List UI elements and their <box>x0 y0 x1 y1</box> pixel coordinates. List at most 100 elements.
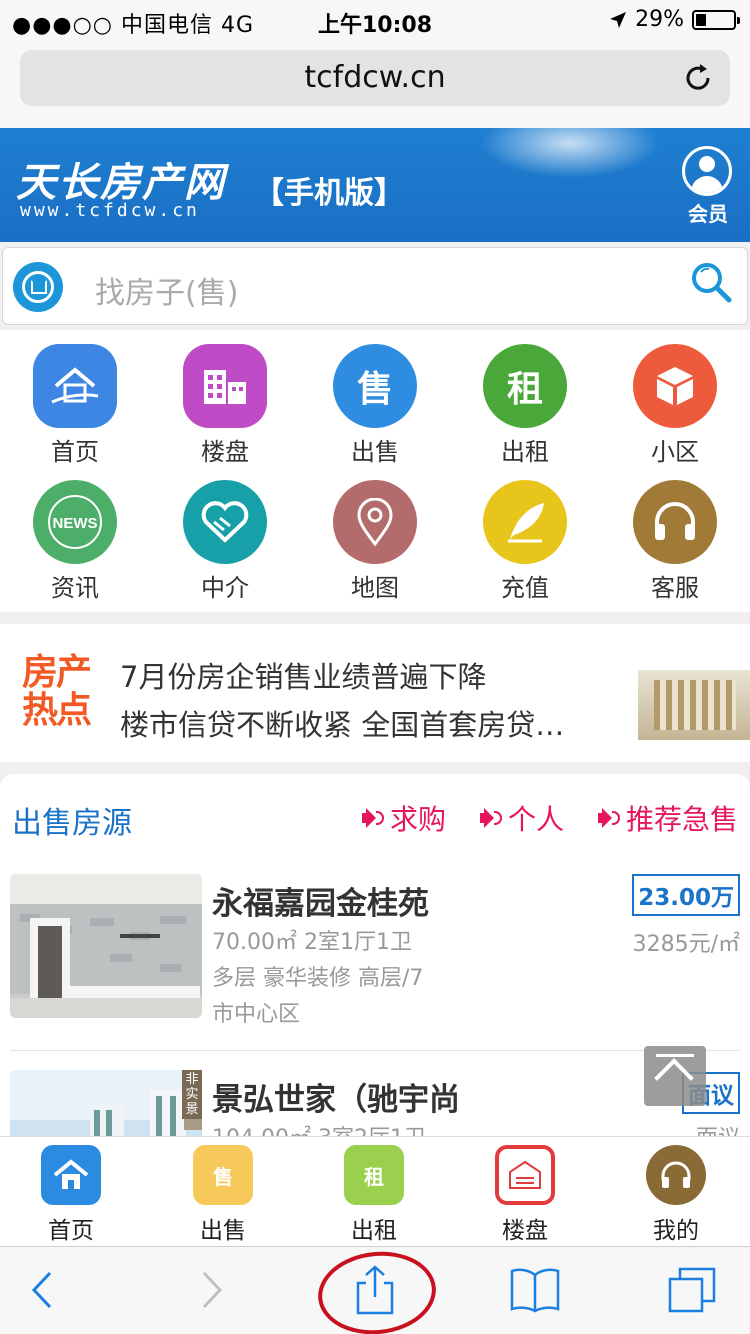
building-icon <box>495 1145 555 1205</box>
back-to-top-button[interactable] <box>644 1046 706 1106</box>
nav-mine[interactable]: 我的 <box>601 1145 750 1245</box>
url-text: tcfdcw.cn <box>304 60 446 95</box>
listing-item[interactable]: 永福嘉园金桂苑 70.00㎡ 2室1厅1卫 多层 豪华装修 高层/7 市中心区 … <box>10 874 740 1027</box>
nav-home[interactable]: 首页 <box>0 1145 146 1245</box>
non-real-photo-badge: 非实景 <box>182 1070 202 1119</box>
cloud-decoration <box>480 128 660 178</box>
listing-name: 永福嘉园金桂苑 <box>212 886 429 922</box>
listing-area-layout: 70.00㎡ 2室1厅1卫 <box>212 930 412 955</box>
address-bar[interactable]: tcfdcw.cn <box>20 50 730 106</box>
svg-text:NEWS: NEWS <box>53 515 98 532</box>
feather-icon <box>483 480 567 564</box>
category-service[interactable]: 客服 <box>600 480 750 603</box>
tab-personal[interactable]: 个人 <box>480 798 564 838</box>
forward-icon[interactable] <box>186 1265 236 1315</box>
category-label: 楼盘 <box>201 438 249 466</box>
sale-folder-icon: 售 <box>193 1145 253 1205</box>
category-label: 出售 <box>351 438 399 466</box>
listing-price: 23.00万 <box>632 874 740 916</box>
listing-name: 景弘世家（驰宇尚 <box>212 1082 460 1118</box>
nav-sale[interactable]: 售 出售 <box>148 1145 298 1245</box>
nav-label: 首页 <box>48 1218 94 1244</box>
home-icon <box>41 1145 101 1205</box>
category-map[interactable]: 地图 <box>300 480 450 603</box>
tab-label: 求购 <box>390 803 447 836</box>
category-label: 出租 <box>501 438 549 466</box>
category-label: 中介 <box>201 574 249 602</box>
news-thumbnail <box>638 670 750 740</box>
category-recharge[interactable]: 充值 <box>450 480 600 603</box>
hot-news-strip[interactable]: 房产热点 7月份房企销售业绩普遍下降 楼市信贷不断收紧 全国首套房贷… <box>0 624 750 762</box>
handshake-heart-icon <box>183 480 267 564</box>
sale-listings-section: 出售房源 求购 个人 推荐急售 永福嘉园金桂苑 70.00㎡ 2室1厅1卫 多层 <box>0 774 750 1154</box>
category-label: 地图 <box>351 574 399 602</box>
category-label: 客服 <box>651 574 699 602</box>
rent-glyph: 租 <box>506 369 543 410</box>
tab-wanted[interactable]: 求购 <box>362 798 446 838</box>
back-icon[interactable] <box>18 1265 68 1315</box>
battery-percent: 29% <box>635 7 684 32</box>
sale-icon: 售 <box>333 344 417 428</box>
battery-fill <box>696 13 706 26</box>
sale-glyph: 售 <box>356 369 393 410</box>
home-icon <box>33 344 117 428</box>
tab-label: 个人 <box>508 803 565 836</box>
nav-label: 出租 <box>351 1218 397 1244</box>
category-community[interactable]: 小区 <box>600 344 750 467</box>
rent-glyph: 租 <box>364 1164 384 1189</box>
divider <box>10 1050 740 1051</box>
speaker-icon <box>362 807 384 829</box>
category-sale[interactable]: 售 出售 <box>300 344 450 467</box>
map-pin-icon <box>333 480 417 564</box>
listing-unit-price: 3285元/㎡ <box>632 932 740 957</box>
rent-icon: 租 <box>344 1145 404 1205</box>
headset-icon <box>646 1145 706 1205</box>
site-logo-url: www.tcfdcw.cn <box>20 200 200 221</box>
news-headline[interactable]: 楼市信贷不断收紧 全国首套房贷… <box>120 702 564 744</box>
nav-rent[interactable]: 租 出租 <box>299 1145 449 1245</box>
search-icon[interactable] <box>689 260 733 304</box>
category-label: 首页 <box>51 438 99 466</box>
status-right: 29% <box>609 7 740 32</box>
member-button[interactable]: 会员 <box>682 146 734 227</box>
battery-icon <box>692 9 740 30</box>
browser-address-area: tcfdcw.cn <box>0 40 750 128</box>
listing-photo <box>10 874 202 1018</box>
listing-district: 市中心区 <box>212 1002 301 1027</box>
category-agency[interactable]: 中介 <box>150 480 300 603</box>
category-news[interactable]: NEWS 资讯 <box>0 480 150 603</box>
nav-label: 出售 <box>200 1218 246 1244</box>
category-grid: 首页 楼盘 售 出售 租 出租 小区 NEWS 资讯 中介 地图 充值 客服 <box>0 330 750 612</box>
search-bar[interactable]: 找房子(售) <box>2 247 748 325</box>
category-buildings[interactable]: 楼盘 <box>150 344 300 467</box>
tabs-icon[interactable] <box>668 1265 718 1315</box>
search-input[interactable]: 找房子(售) <box>95 268 238 312</box>
category-home[interactable]: 首页 <box>0 344 150 467</box>
site-header: 天长房产网 www.tcfdcw.cn 【手机版】 会员 <box>0 128 750 242</box>
app-bottom-nav: 首页 售 出售 租 出租 楼盘 我的 <box>0 1136 750 1246</box>
hot-news-tag: 房产热点 <box>22 652 92 731</box>
nav-buildings[interactable]: 楼盘 <box>450 1145 600 1245</box>
listing-details: 多层 豪华装修 高层/7 <box>212 966 424 991</box>
category-label: 充值 <box>501 574 549 602</box>
status-bar: ●●●○○ 中国电信 4G 上午10:08 29% <box>0 0 750 40</box>
edition-label: 【手机版】 <box>254 176 404 211</box>
building-icon <box>183 344 267 428</box>
location-arrow-icon <box>610 11 627 28</box>
speaker-icon <box>598 807 620 829</box>
section-title[interactable]: 出售房源 <box>12 798 132 842</box>
bookmarks-icon[interactable] <box>510 1265 560 1315</box>
nav-label: 我的 <box>653 1218 699 1244</box>
headset-icon <box>633 480 717 564</box>
reload-icon[interactable] <box>682 62 714 94</box>
house-search-icon <box>13 262 63 312</box>
tab-urgent-sale[interactable]: 推荐急售 <box>598 798 738 838</box>
rent-icon: 租 <box>483 344 567 428</box>
cube-icon <box>633 344 717 428</box>
news-headline[interactable]: 7月份房企销售业绩普遍下降 <box>120 654 486 696</box>
category-rent[interactable]: 租 出租 <box>450 344 600 467</box>
nav-label: 楼盘 <box>502 1218 548 1244</box>
news-icon: NEWS <box>33 480 117 564</box>
tab-label: 推荐急售 <box>626 803 739 836</box>
member-label: 会员 <box>688 202 728 226</box>
